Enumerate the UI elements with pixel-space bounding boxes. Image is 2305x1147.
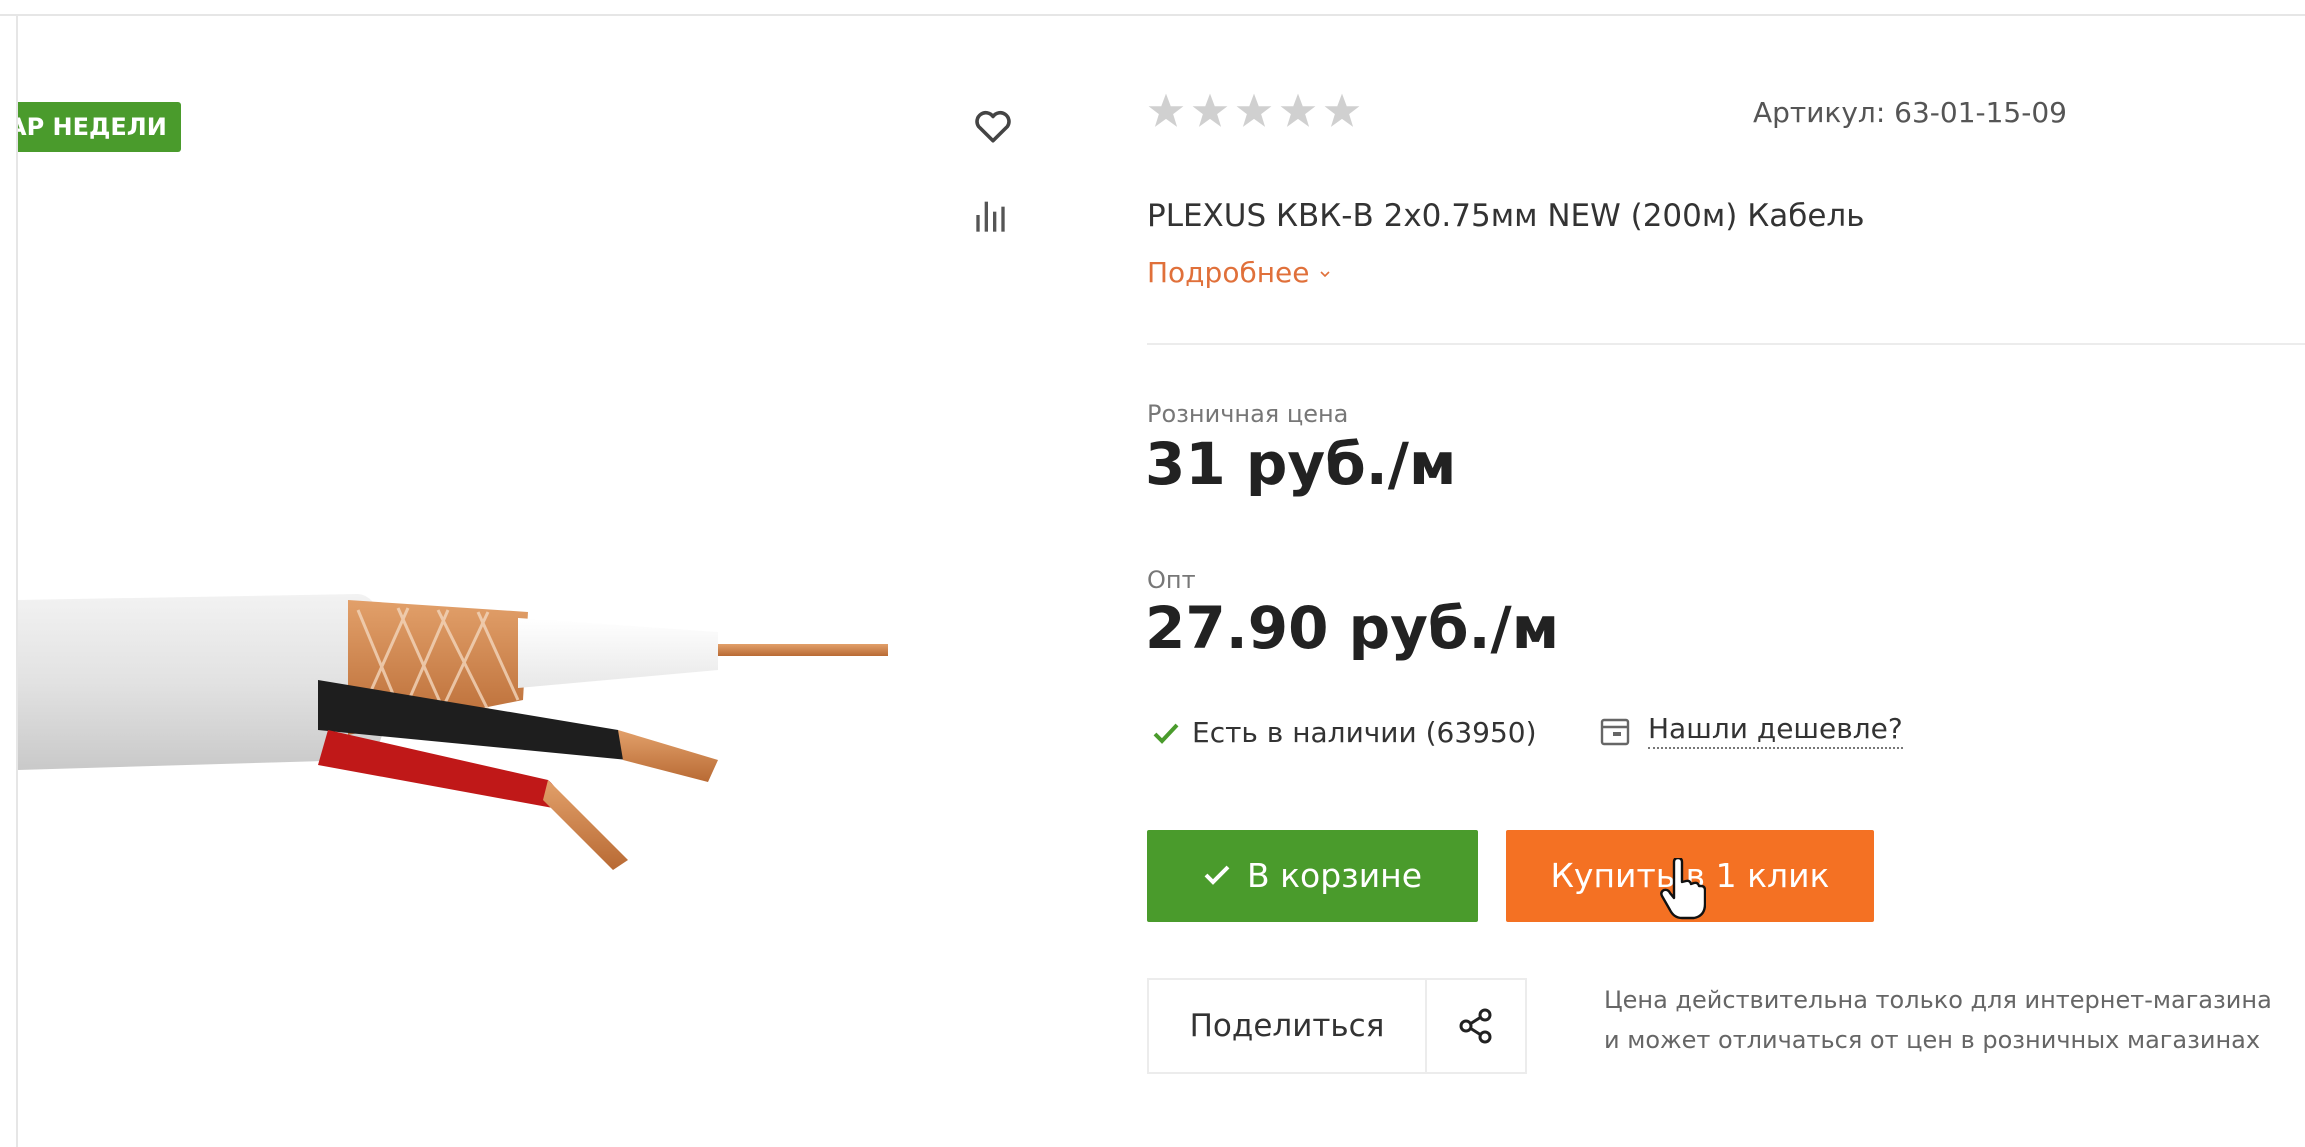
in-cart-label: В корзине [1246, 856, 1423, 895]
price-disclaimer-line2: и может отличаться от цен в розничных ма… [1604, 1026, 2261, 1054]
found-cheaper-label: Нашли дешевле? [1648, 712, 1903, 749]
heart-icon[interactable] [973, 108, 1013, 144]
check-icon [1153, 723, 1179, 744]
star-icon[interactable] [1279, 92, 1317, 130]
star-icon[interactable] [1323, 92, 1361, 130]
star-icon[interactable] [1191, 92, 1229, 130]
page-frame-top-border [0, 14, 2305, 16]
found-cheaper-link[interactable]: Нашли дешевле? [1598, 712, 1903, 749]
price-disclaimer-line1: Цена действительна только для интернет-м… [1604, 986, 2272, 1014]
more-details-link[interactable]: Подробнее [1147, 256, 1331, 289]
in-cart-button[interactable]: В корзине [1147, 830, 1478, 922]
share-icon [1459, 1008, 1492, 1044]
product-title: PLEXUS КВК-В 2x0.75мм NEW (200м) Кабель [1147, 198, 1865, 234]
wholesale-price-value: 27.90 руб./м [1145, 594, 1560, 662]
share-label: Поделиться [1149, 980, 1427, 1072]
retail-price-value: 31 руб./м [1145, 430, 1457, 498]
wholesale-price-label: Опт [1147, 566, 1196, 594]
product-image [18, 594, 888, 870]
star-icon[interactable] [1235, 92, 1273, 130]
price-disclaimer: Цена действительна только для интернет-м… [1604, 980, 2272, 1060]
product-sku: Артикул: 63-01-15-09 [1753, 96, 2067, 129]
star-icon[interactable] [1147, 92, 1185, 130]
stock-status: Есть в наличии (63950) [1152, 716, 1537, 749]
chevron-down-icon [1320, 271, 1331, 278]
share-button[interactable]: Поделиться [1147, 978, 1527, 1074]
week-product-badge: АР НЕДЕЛИ [18, 102, 181, 152]
bar-chart-icon[interactable] [973, 198, 1013, 232]
retail-price-label: Розничная цена [1147, 400, 1349, 428]
check-icon [1204, 865, 1230, 885]
more-details-label: Подробнее [1147, 256, 1310, 289]
stock-text: Есть в наличии (63950) [1192, 716, 1537, 749]
buy-one-click-label: Купить в 1 клик [1550, 856, 1830, 895]
section-divider [1147, 343, 2305, 345]
wallet-icon [1600, 718, 1630, 745]
rating-stars[interactable] [1147, 92, 1361, 130]
buy-one-click-button[interactable]: Купить в 1 клик [1506, 830, 1874, 922]
share-icon-wrap[interactable] [1427, 980, 1525, 1072]
